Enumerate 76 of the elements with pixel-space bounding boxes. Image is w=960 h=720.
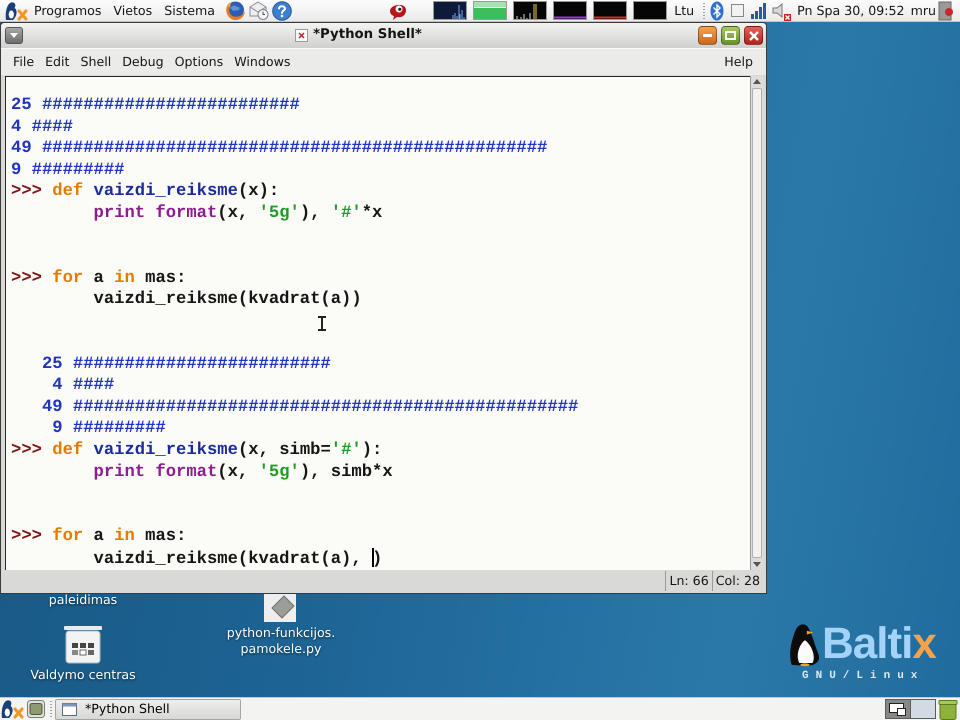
grip-icon [702,2,706,20]
output-line: 9 ######### [11,160,124,180]
logo-wordmark: Baltix [822,620,936,668]
code-line: vaizdi_reiksme(kvadrat(a)) [94,290,362,310]
panel-menu[interactable]: Programos [28,2,108,20]
code-line: >>> def vaizdi_reiksme(x, simb='#'): [11,441,382,460]
scrollbar-thumb[interactable] [752,88,762,558]
maximize-button[interactable] [721,26,740,45]
down-triangle-icon [10,33,18,38]
monitor-graph-icon[interactable] [593,1,628,20]
output-line: 49 ################################################# [11,139,548,158]
desktop-icon-label[interactable]: Valdymo centras [18,667,148,683]
taskbar-button[interactable]: *Python Shell [55,698,241,720]
monitor-graph-icon[interactable] [513,1,548,20]
distro-logo-icon[interactable] [0,699,24,719]
workspace-tile[interactable] [911,700,935,718]
line-readout: Ln: 66 [665,571,712,591]
output-line: 25 ######################### [42,354,331,374]
keyboard-layout-indicator[interactable]: Ltu [674,2,694,18]
envelope-clock-icon[interactable] [248,1,269,20]
output-line: 49 ################################################# [42,398,578,417]
close-icon [748,30,758,40]
bluetooth-icon[interactable] [710,0,724,20]
code-line: >>> def vaizdi_reiksme(x): [11,182,280,202]
window-icon [62,702,77,716]
workspace-switcher[interactable] [885,699,936,719]
code-line: print format(x, '5g'), simb*x [94,462,393,482]
grip-icon [49,700,53,718]
logo-tagline: GNU/Linux [802,670,926,684]
window-menu-button[interactable] [5,27,23,44]
monitor-graph-icon[interactable] [553,1,588,20]
menu-item[interactable]: File [8,52,40,72]
distro-logo-icon[interactable] [4,0,28,20]
cross-tile-icon [295,28,308,42]
output-line: 4 #### [11,118,73,137]
monitor-graph-icon[interactable] [433,1,468,20]
column-readout: Col: 28 [712,571,763,591]
code-line: >>> for a in mas: [11,527,186,546]
shell-text-area[interactable] [5,76,750,570]
minimize-icon [703,34,712,37]
door-icon[interactable] [938,0,955,20]
desktop-icon-label[interactable]: python-funkcijos. pamokele.py [218,625,344,657]
desktop-icon-label[interactable]: paleidimas [33,592,133,608]
control-panel-icon[interactable] [63,626,103,664]
workspace-tile[interactable] [886,700,910,718]
help-icon[interactable] [272,0,292,20]
code-line: >>> for a in mas: [11,268,186,288]
window-title: *Python Shell* [313,27,422,44]
globe-icon[interactable] [224,0,246,21]
menu-item[interactable]: Options [170,52,228,72]
i-beam-pointer-icon [318,316,326,331]
output-line: 4 #### [52,376,114,396]
square-icon[interactable] [731,4,744,17]
menu-item[interactable]: Help [719,52,758,72]
signal-bars-icon[interactable] [751,2,768,18]
menu-item[interactable]: Windows [229,52,296,72]
user-name[interactable]: mru [910,2,936,18]
menu-item[interactable]: Shell [75,52,116,72]
panel-menu[interactable]: Vietos [107,2,158,20]
minimize-button[interactable] [698,26,717,45]
code-line: print format(x, '5g'), '#'*x [94,204,382,223]
trash-icon[interactable] [938,698,958,720]
code-line: vaizdi_reiksme(kvadrat(a), ) [94,550,382,569]
menu-item[interactable]: Debug [117,52,169,72]
screen-tile-icon[interactable] [27,700,45,718]
monitor-graph-icon[interactable] [633,1,668,20]
maximize-icon [725,31,736,40]
scrollbar[interactable] [750,76,763,570]
muted-speaker-icon[interactable] [772,0,792,20]
menu-item[interactable]: Edit [40,52,74,72]
clock[interactable]: Pn Spa 30, 09:52 [797,2,905,18]
close-button[interactable] [744,26,763,45]
output-line: 25 ######################### [11,96,300,115]
output-line: 9 ######### [52,419,166,438]
panel-menu[interactable]: Sistema [158,2,221,20]
script-file-icon[interactable] [264,594,298,622]
